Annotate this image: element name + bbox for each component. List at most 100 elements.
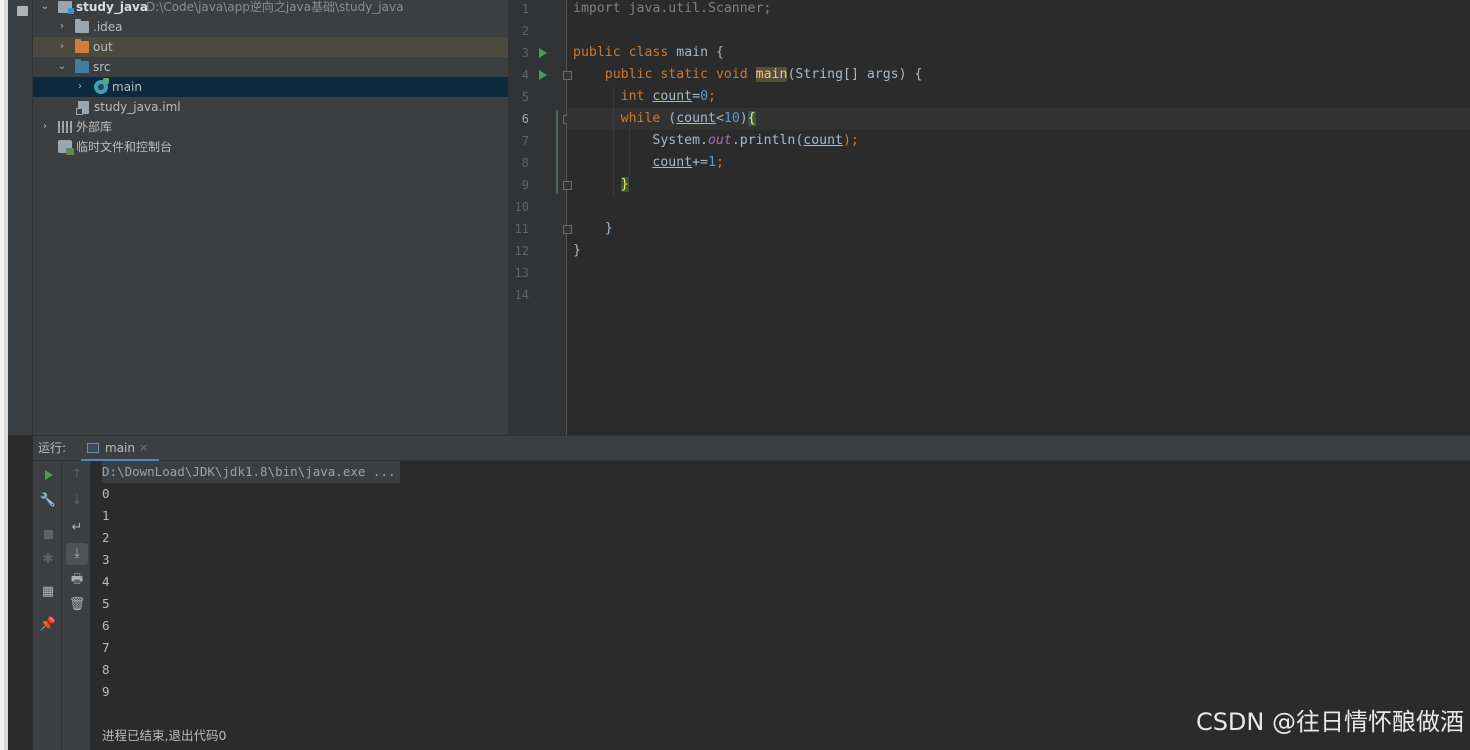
console-output-line: 5 xyxy=(102,596,110,611)
code-text: } xyxy=(604,221,613,236)
chevron-right-icon[interactable]: › xyxy=(56,37,68,57)
tree-item-external-libraries[interactable]: › 外部库 xyxy=(33,117,508,137)
console-output-line: 2 xyxy=(102,530,110,545)
print-button[interactable]: 🖶 xyxy=(66,569,88,591)
chevron-down-icon[interactable]: ⌄ xyxy=(56,57,68,77)
code-line-1: import java.util.Scanner; xyxy=(573,1,772,16)
vcs-change-marker xyxy=(556,110,558,194)
pin-icon: 📌 xyxy=(39,617,57,632)
stop-button[interactable] xyxy=(37,523,59,545)
editor-gutter: 1 2 3 4 5 6 7 8 9 10 11 12 13 14 xyxy=(509,0,572,435)
run-toolbar-secondary: ↑ ↓ ↵ ⤓ 🖶 🗑 xyxy=(62,461,91,750)
console-output-line: 9 xyxy=(102,684,110,699)
edit-config-button[interactable]: 🔧 xyxy=(37,490,59,512)
code-line-12: } xyxy=(573,243,581,258)
tree-item-idea[interactable]: › .idea xyxy=(33,17,508,37)
scroll-to-end-icon: ⤓ xyxy=(74,546,80,561)
line-number: 5 xyxy=(521,90,529,104)
chevron-right-icon[interactable]: › xyxy=(74,77,86,97)
layout-icon: ▦ xyxy=(41,584,55,599)
method-name: main xyxy=(755,67,788,82)
up-arrow-icon: ↑ xyxy=(71,467,83,482)
excluded-folder-icon xyxy=(75,39,89,53)
variable: count xyxy=(676,111,716,126)
run-panel-header: 运行: main × xyxy=(33,435,1470,462)
tree-item-label: src xyxy=(93,60,111,74)
soft-wrap-button[interactable]: ↵ xyxy=(66,517,88,539)
trash-icon: 🗑 xyxy=(68,597,86,612)
line-number: 10 xyxy=(514,200,529,214)
console-command-line[interactable]: D:\DownLoad\JDK\jdk1.8\bin\java.exe ... xyxy=(102,461,400,483)
number: 1 xyxy=(708,155,716,170)
tree-item-label: study_java xyxy=(76,0,148,14)
semicolon: ; xyxy=(708,89,716,104)
console-output-line: 0 xyxy=(102,486,110,501)
code-line-8: count+=1; xyxy=(573,152,724,174)
matched-brace: { xyxy=(747,111,756,126)
pin-tab-button[interactable]: 📌 xyxy=(37,614,59,636)
tree-item-label: 外部库 xyxy=(76,120,113,134)
keyword: void xyxy=(715,67,748,82)
code-text: System. xyxy=(652,133,708,148)
tree-item-label: 临时文件和控制台 xyxy=(76,140,173,154)
console-output-line: 7 xyxy=(102,640,110,655)
semicolon: ; xyxy=(715,155,724,170)
run-main-icon[interactable] xyxy=(539,70,547,80)
keyword: class xyxy=(628,45,669,60)
keyword: public xyxy=(604,67,653,82)
variable: count xyxy=(652,155,693,170)
tree-item-out[interactable]: › out xyxy=(33,37,508,57)
line-number: 11 xyxy=(514,222,529,236)
process-exit-message: 进程已结束,退出代码0 xyxy=(102,728,227,743)
line-number: 14 xyxy=(514,288,529,302)
console-icon xyxy=(87,443,99,453)
code-text: ( xyxy=(660,111,677,126)
code-editor[interactable]: 1 2 3 4 5 6 7 8 9 10 11 12 13 14 import … xyxy=(509,0,1470,435)
code-area[interactable]: import java.util.Scanner; public class m… xyxy=(567,0,1470,435)
previous-occurrence-button[interactable]: ↑ xyxy=(66,464,88,486)
code-line-9: } xyxy=(573,174,629,196)
chevron-right-icon[interactable]: › xyxy=(39,117,51,137)
print-icon: 🖶 xyxy=(70,572,84,587)
window-edge xyxy=(0,0,8,750)
project-path: D:\Code\java\app逆向之java基础\study_java xyxy=(146,0,404,14)
code-line-6: while (count<10){ xyxy=(573,108,756,130)
console-output-line: 1 xyxy=(102,508,110,523)
operator: < xyxy=(715,111,724,126)
code-text: .println( xyxy=(731,133,804,148)
tree-item-scratches[interactable]: 临时文件和控制台 xyxy=(33,137,508,157)
keyword: public xyxy=(573,45,621,60)
watermark: CSDN @往日情怀酿做酒 xyxy=(1195,708,1464,736)
console-output-line: 8 xyxy=(102,662,110,677)
layout-button[interactable]: ▦ xyxy=(37,581,59,603)
code-text: (String[] args) { xyxy=(787,67,923,82)
tree-item-label: out xyxy=(93,40,113,54)
debug-icon: ✱ xyxy=(42,552,54,567)
wrench-icon: 🔧 xyxy=(39,493,57,508)
tree-item-study-java-iml[interactable]: study_java.iml xyxy=(33,97,508,117)
variable: count xyxy=(803,133,843,148)
rerun-button[interactable] xyxy=(37,464,59,486)
debug-button[interactable]: ✱ xyxy=(37,549,59,571)
number: 0 xyxy=(700,89,709,104)
code-text: ); xyxy=(842,133,859,148)
stop-icon xyxy=(44,530,53,539)
next-occurrence-button[interactable]: ↓ xyxy=(66,490,88,512)
tree-item-main[interactable]: › main xyxy=(33,77,508,97)
tree-item-label: study_java.iml xyxy=(94,100,181,114)
run-panel-title: 运行: xyxy=(38,441,67,455)
chevron-down-icon[interactable]: ⌄ xyxy=(39,0,51,17)
scroll-to-end-button[interactable]: ⤓ xyxy=(66,543,88,565)
project-tool-icon[interactable] xyxy=(17,6,28,16)
run-toolbar-primary: 🔧 ✱ ▦ 📌 xyxy=(33,461,62,750)
keyword: static xyxy=(660,67,708,82)
chevron-right-icon[interactable]: › xyxy=(56,17,68,37)
tree-item-study-java[interactable]: ⌄ study_java D:\Code\java\app逆向之java基础\s… xyxy=(33,0,508,17)
run-class-icon[interactable] xyxy=(539,48,547,58)
clear-all-button[interactable]: 🗑 xyxy=(66,594,88,616)
tree-item-src[interactable]: ⌄ src xyxy=(33,57,508,77)
tool-window-strip xyxy=(0,0,33,750)
run-tab-main[interactable]: main × xyxy=(81,436,159,462)
operator: = xyxy=(692,89,701,104)
close-icon[interactable]: × xyxy=(139,436,148,460)
